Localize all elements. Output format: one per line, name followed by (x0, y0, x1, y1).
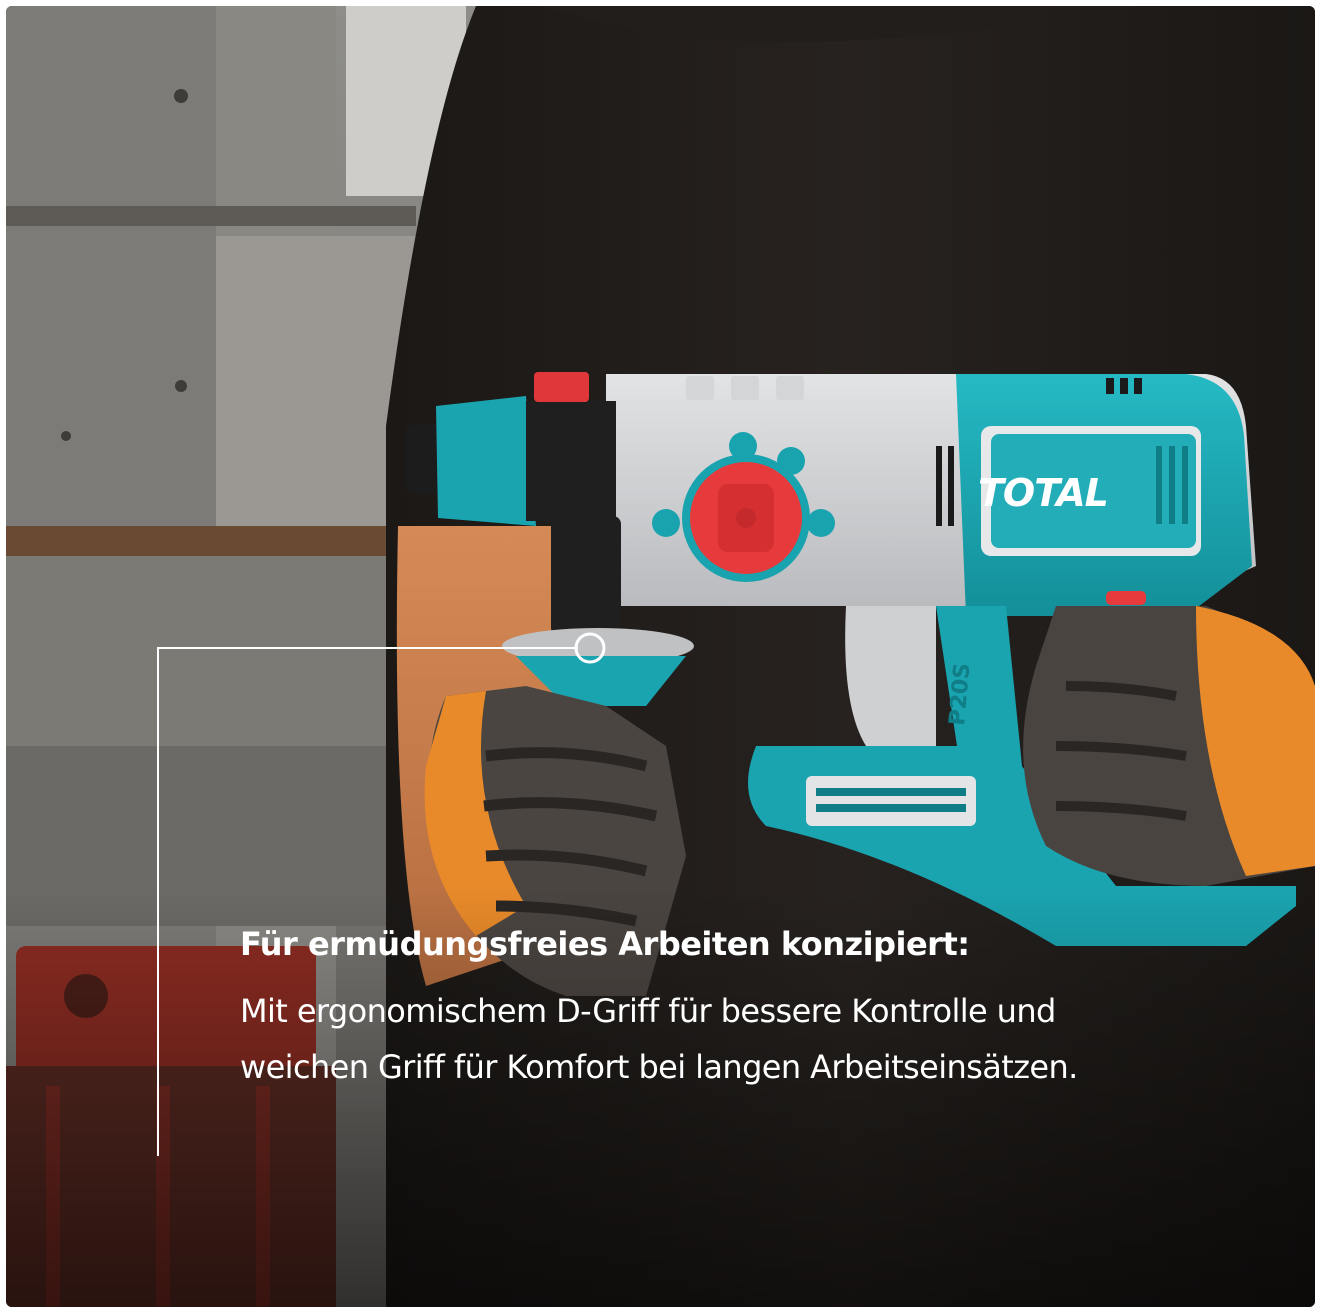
feature-caption: Für ermüdungsfreies Arbeiten konzipiert:… (240, 921, 1200, 1095)
feature-description: Mit ergonomischem D-Griff für bessere Ko… (240, 992, 1078, 1086)
product-photo: TOTAL P20S (6, 6, 1315, 1307)
svg-text:TOTAL: TOTAL (978, 471, 1108, 515)
product-image-frame: TOTAL P20S Für ermüdungsfreies Arbeiten … (6, 6, 1315, 1307)
feature-title: Für ermüdungsfreies Arbeiten konzipiert: (240, 925, 970, 963)
